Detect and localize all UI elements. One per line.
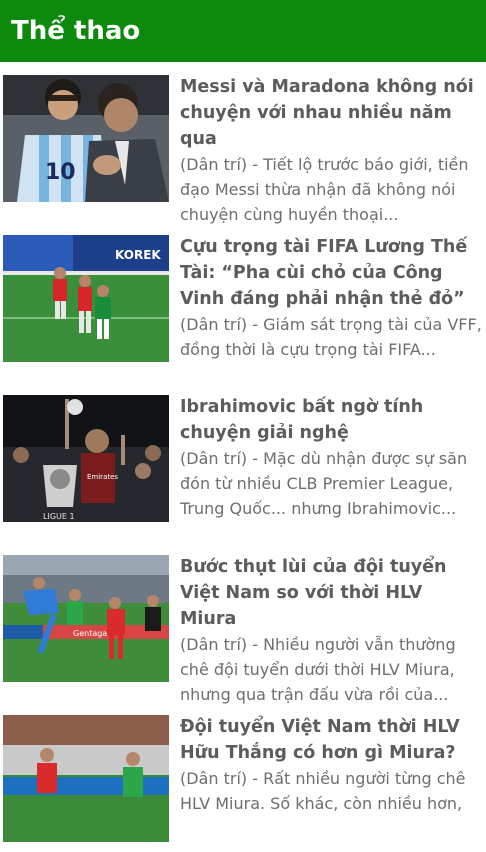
jersey-number: 10: [45, 160, 76, 185]
article-thumbnail[interactable]: 10: [3, 75, 169, 202]
article-item-miura[interactable]: Gentaga Bước thụt lùi của đội tuyển Việt…: [0, 542, 486, 704]
trophy-text: LIGUE 1: [43, 512, 75, 521]
article-summary: (Dân trí) - Nhiều người vẫn thường chê đ…: [180, 635, 456, 704]
trophy-celebration-photo: Emirates LIGUE 1: [3, 395, 169, 522]
banner-text: Gentaga: [73, 629, 107, 638]
article-text: Đội tuyển Việt Nam thời HLV Hữu Thắng có…: [180, 714, 482, 816]
article-summary: (Dân trí) - Giám sát trọng tài của VFF, …: [180, 315, 482, 359]
football-match-photo: KOREK: [3, 235, 169, 362]
article-thumbnail[interactable]: [3, 715, 169, 842]
banner-text: KOREK: [115, 248, 161, 262]
article-summary: (Dân trí) - Tiết lộ trước báo giới, tiền…: [180, 155, 469, 224]
article-title[interactable]: Đội tuyển Việt Nam thời HLV Hữu Thắng có…: [180, 714, 482, 766]
article-item-huu-thang[interactable]: Đội tuyển Việt Nam thời HLV Hữu Thắng có…: [0, 702, 486, 852]
article-summary: (Dân trí) - Mặc dù nhận được sự săn đón …: [180, 449, 468, 518]
article-thumbnail[interactable]: Emirates LIGUE 1: [3, 395, 169, 522]
article-item-referee[interactable]: KOREK Cựu trọng tài FIFA Lương Thế Tài: …: [0, 222, 486, 372]
messi-maradona-photo: 10: [3, 75, 169, 202]
article-summary: (Dân trí) - Rất nhiều người từng chê HLV…: [180, 769, 466, 813]
article-text: Ibrahimovic bất ngờ tính chuyện giải ngh…: [180, 394, 482, 521]
shirt-text: Emirates: [87, 473, 118, 481]
article-text: Messi và Maradona không nói chuyện với n…: [180, 74, 482, 227]
article-item-messi[interactable]: 10 Messi và Maradona không nói chuyện vớ…: [0, 62, 486, 224]
article-title[interactable]: Ibrahimovic bất ngờ tính chuyện giải ngh…: [180, 394, 482, 446]
article-text: Bước thụt lùi của đội tuyển Việt Nam so …: [180, 554, 482, 707]
article-text: Cựu trọng tài FIFA Lương Thế Tài: “Pha c…: [180, 234, 482, 362]
vietnam-match-photo: Gentaga: [3, 555, 169, 682]
page-title: Thể thao: [11, 16, 141, 46]
vietnam-team-photo: [3, 715, 169, 842]
article-title[interactable]: Messi và Maradona không nói chuyện với n…: [180, 74, 482, 152]
article-thumbnail[interactable]: Gentaga: [3, 555, 169, 682]
app-header: Thể thao: [0, 0, 486, 62]
article-item-ibrahimovic[interactable]: Emirates LIGUE 1 Ibrahimovic bất ngờ tín…: [0, 382, 486, 532]
article-thumbnail[interactable]: KOREK: [3, 235, 169, 362]
article-title[interactable]: Cựu trọng tài FIFA Lương Thế Tài: “Pha c…: [180, 234, 482, 312]
article-title[interactable]: Bước thụt lùi của đội tuyển Việt Nam so …: [180, 554, 482, 632]
